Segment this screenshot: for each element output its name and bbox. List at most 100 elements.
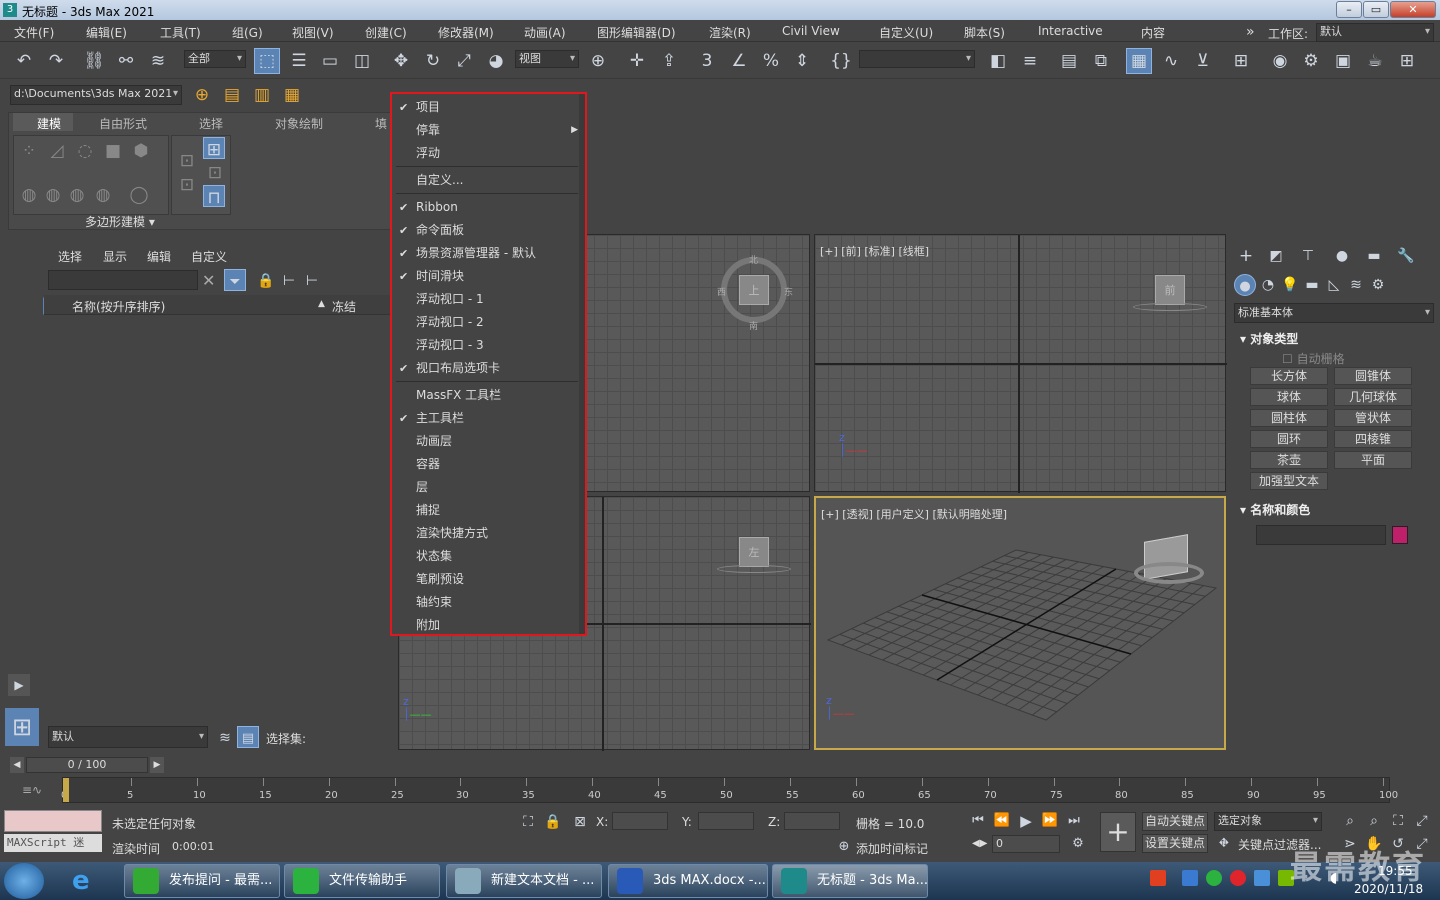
- explorer-tab-display[interactable]: 显示: [103, 248, 127, 265]
- context-menu-item-11[interactable]: ✔ 视口布局选项卡: [392, 357, 582, 380]
- ribbon-tab-object-paint[interactable]: 对象绘制: [275, 115, 323, 132]
- viewport-perspective[interactable]: [+] [透视] [用户定义] [默认明暗处理] z │——: [814, 496, 1226, 750]
- context-menu-item-6[interactable]: ✔ 场景资源管理器 - 默认: [392, 242, 582, 265]
- curve-editor-icon[interactable]: ∿: [1159, 49, 1183, 73]
- menu-item-0[interactable]: 文件(F): [14, 24, 54, 41]
- render-online-icon[interactable]: ⊞: [1395, 49, 1419, 73]
- context-menu-item-7[interactable]: ✔ 时间滑块: [392, 265, 582, 288]
- move-icon[interactable]: ✥: [389, 49, 413, 73]
- z-coord-field[interactable]: [784, 812, 840, 830]
- select-manipulate-icon[interactable]: ✛: [625, 49, 649, 73]
- zoom-extents-icon[interactable]: ⛶: [1386, 809, 1410, 833]
- context-menu-item-14[interactable]: 动画层: [392, 430, 582, 453]
- context-menu-item-8[interactable]: 浮动视口 - 1: [392, 288, 582, 311]
- link-icon[interactable]: ⛓: [82, 49, 106, 73]
- zoom-icon[interactable]: ⌕: [1338, 809, 1362, 833]
- modify-mode-icon[interactable]: ◯: [127, 183, 151, 207]
- context-menu-item-4[interactable]: ✔ Ribbon: [392, 196, 582, 219]
- utilities-tab-icon[interactable]: 🔧: [1394, 244, 1418, 268]
- cylinder-button[interactable]: 圆柱体: [1250, 409, 1328, 427]
- key-mode-icon[interactable]: ⛖: [1212, 832, 1236, 856]
- context-menu-item-3[interactable]: 自定义...: [392, 169, 582, 192]
- object-category-dropdown[interactable]: 标准基本体: [1234, 303, 1434, 323]
- border-icon[interactable]: ◌: [73, 139, 97, 163]
- ring-icon[interactable]: ◍: [65, 183, 89, 207]
- menu-item-1[interactable]: 编辑(E): [86, 24, 127, 41]
- workspace-dropdown[interactable]: 默认: [1316, 23, 1434, 42]
- geometry-category-icon[interactable]: ●: [1234, 274, 1256, 296]
- object-name-input[interactable]: [1256, 525, 1386, 545]
- ribbon-group-label[interactable]: 多边形建模 ▾: [85, 213, 155, 230]
- context-menu-item-21[interactable]: 轴约束: [392, 591, 582, 614]
- context-menu-item-0[interactable]: ✔ 项目: [392, 96, 582, 119]
- taskbar-item-3dsmax[interactable]: 无标题 - 3ds Ma...: [772, 864, 928, 898]
- toggle-ribbon-icon[interactable]: ⧉: [1089, 49, 1113, 73]
- context-menu-item-2[interactable]: 浮动: [392, 142, 582, 165]
- maximize-button[interactable]: ▭: [1363, 1, 1389, 18]
- prev-frame-icon[interactable]: ⏪: [990, 809, 1014, 833]
- snap-settings2-icon[interactable]: ⊡: [175, 173, 199, 197]
- context-menu-item-15[interactable]: 容器: [392, 453, 582, 476]
- maxscript-input[interactable]: MAXScript 迷: [4, 834, 102, 852]
- bind-spacewarp-icon[interactable]: ≋: [146, 49, 170, 73]
- unlink-icon[interactable]: ⚯: [114, 49, 138, 73]
- context-menu-item-17[interactable]: 捕捉: [392, 499, 582, 522]
- y-coord-field[interactable]: [698, 812, 754, 830]
- menu-item-11[interactable]: 自定义(U): [879, 24, 933, 41]
- schematic-view-icon[interactable]: ⊞: [1229, 49, 1253, 73]
- menu-item-4[interactable]: 视图(V): [292, 24, 334, 41]
- render-frame-icon[interactable]: ▣: [1331, 49, 1355, 73]
- reference-coord-dropdown[interactable]: 视图: [515, 50, 579, 68]
- frame-arrows-icon[interactable]: ◀▶: [972, 838, 987, 849]
- add-time-tag-button[interactable]: 添加时间标记: [856, 840, 928, 857]
- torus-button[interactable]: 圆环: [1250, 430, 1328, 448]
- autogrid-checkbox[interactable]: ☐ 自动栅格: [1282, 350, 1345, 367]
- explorer-search-input[interactable]: [48, 270, 198, 290]
- render-icon[interactable]: ☕: [1363, 49, 1387, 73]
- hierarchy-icon[interactable]: ⊢: [277, 269, 301, 293]
- tray-icon-wechat[interactable]: [1206, 870, 1222, 886]
- selection-lock-icon[interactable]: 🔒: [541, 810, 565, 834]
- teapot-button[interactable]: 茶壶: [1250, 451, 1328, 469]
- percent-snap-icon[interactable]: %: [759, 49, 783, 73]
- context-menu-item-19[interactable]: 状态集: [392, 545, 582, 568]
- goto-end-icon[interactable]: ⏭: [1062, 809, 1086, 833]
- constraint-icon[interactable]: ⊞: [203, 137, 225, 160]
- menu-item-3[interactable]: 组(G): [232, 24, 263, 41]
- plane-button[interactable]: 平面: [1334, 451, 1412, 469]
- viewcube-top[interactable]: 上: [739, 275, 769, 305]
- undo-icon[interactable]: ↶: [12, 49, 36, 73]
- project-path-dropdown[interactable]: d:\Documents\3ds Max 2021: [10, 85, 182, 105]
- clock-time[interactable]: 19:55: [1378, 864, 1413, 878]
- snap-settings-icon[interactable]: ⊡: [175, 149, 199, 173]
- isolate-icon[interactable]: ⛶: [516, 810, 540, 834]
- goto-start-icon[interactable]: ⏮: [966, 809, 990, 833]
- edge-icon[interactable]: ◿: [45, 139, 69, 163]
- maxscript-listener[interactable]: [4, 810, 102, 832]
- tray-icon-network[interactable]: [1182, 870, 1198, 886]
- key-selection-dropdown[interactable]: 选定对象: [1214, 812, 1322, 831]
- context-menu-item-22[interactable]: 附加: [392, 614, 582, 637]
- minimize-button[interactable]: –: [1336, 1, 1362, 18]
- context-menu-item-9[interactable]: 浮动视口 - 2: [392, 311, 582, 334]
- taskbar-item-browser[interactable]: 发布提问 - 最需...: [124, 864, 280, 898]
- align-icon[interactable]: ≡: [1018, 49, 1042, 73]
- context-menu-item-16[interactable]: 层: [392, 476, 582, 499]
- workspace-expand-icon[interactable]: »: [1246, 24, 1255, 40]
- setkey-button[interactable]: 设置关键点: [1142, 834, 1208, 853]
- menu-item-14[interactable]: 内容: [1141, 24, 1165, 41]
- select-by-name-icon[interactable]: ☰: [287, 49, 311, 73]
- taskbar-item-word[interactable]: 3ds MAX.docx -...: [608, 864, 768, 898]
- scale-icon[interactable]: ⤢: [452, 49, 476, 73]
- place-icon[interactable]: ◕: [484, 49, 508, 73]
- viewport-layout-icon[interactable]: ⊞: [5, 708, 39, 746]
- viewport-front[interactable]: [+] [前] [标准] [线框] 前 z │——: [814, 234, 1227, 493]
- curve-toggle-icon[interactable]: ≡∿: [22, 783, 42, 797]
- box-button[interactable]: 长方体: [1250, 367, 1328, 385]
- modify-tab-icon[interactable]: ◩: [1264, 244, 1288, 268]
- scene-explorer-toggle-icon[interactable]: ▦: [1126, 48, 1152, 74]
- viewport-front-label[interactable]: [+] [前] [标准] [线框]: [820, 243, 929, 259]
- keyboard-shortcut-icon[interactable]: ⇪: [657, 49, 681, 73]
- tube-button[interactable]: 管状体: [1334, 409, 1412, 427]
- rotate-icon[interactable]: ↻: [421, 49, 445, 73]
